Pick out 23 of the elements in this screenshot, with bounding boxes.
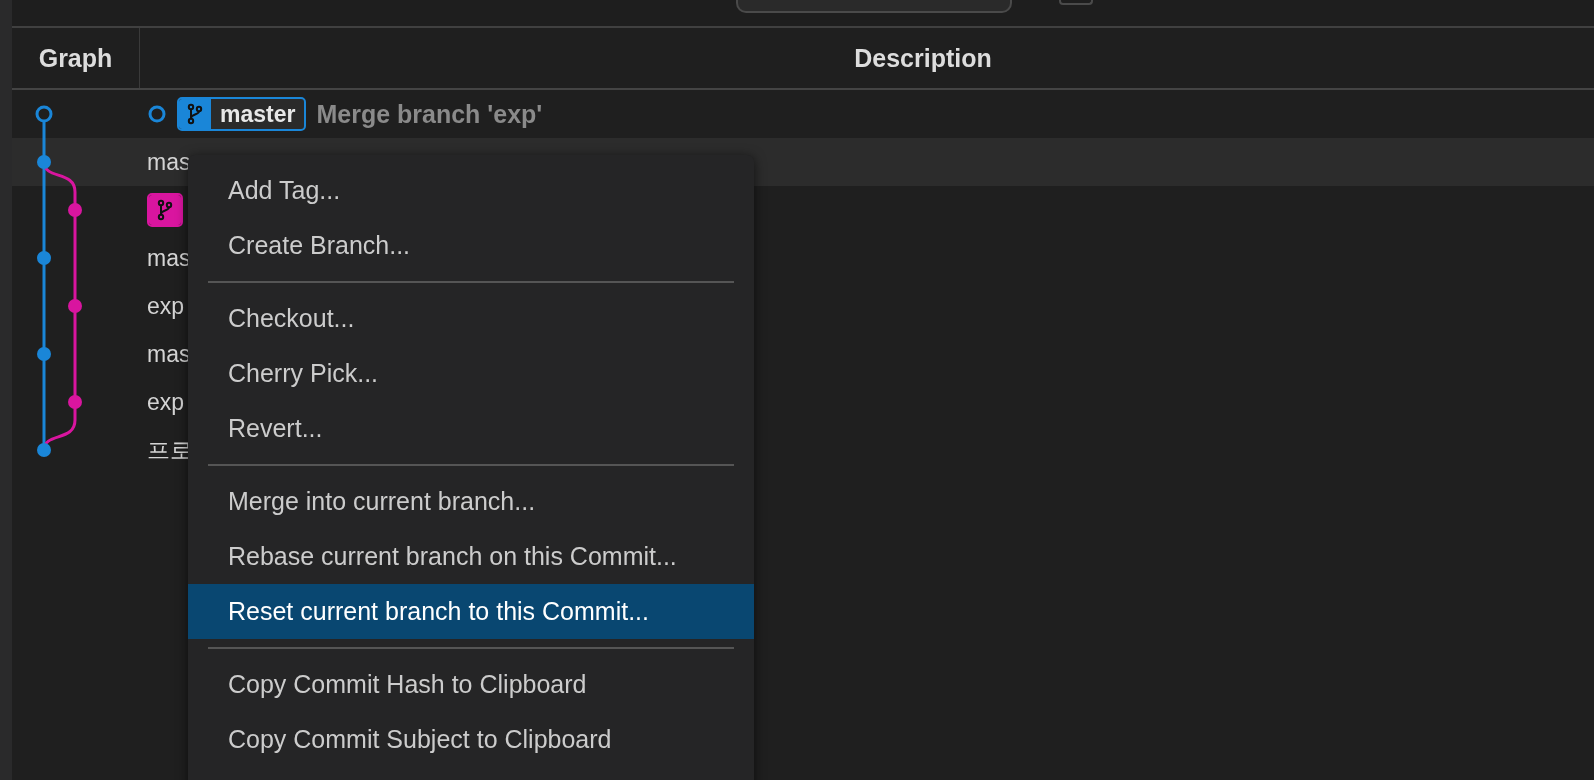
menu-item[interactable]: Add Tag... [188,163,754,218]
commit-message: mas [147,340,191,368]
branch-icon [186,103,204,125]
menu-item[interactable]: Merge into current branch... [188,474,754,529]
column-header[interactable]: Graph [38,43,113,73]
column-header[interactable]: Description [854,43,992,73]
menu-item[interactable]: Copy Commit Hash to Clipboard [188,657,754,712]
menu-item[interactable]: Copy Commit Subject to Clipboard [188,712,754,767]
commit-message: exp [147,292,185,320]
commit-message: mas [147,148,191,176]
menu-item[interactable]: Cherry Pick... [188,346,754,401]
menu-item[interactable]: Rebase current branch on this Commit... [188,529,754,584]
menu-item[interactable]: Checkout... [188,291,754,346]
toolbar-button[interactable] [1059,0,1093,5]
commit-message: mas [147,244,191,272]
commit-message: exp [147,388,185,416]
menu-item[interactable]: Create Branch... [188,218,754,273]
menu-item[interactable]: Revert... [188,401,754,456]
branch-badge[interactable]: master [177,97,307,131]
branch-icon [156,199,174,221]
branch-badge[interactable] [147,193,183,227]
commit-message: Merge branch 'exp' [316,99,543,129]
menu-item[interactable]: Reset current branch to this Commit... [188,584,754,639]
